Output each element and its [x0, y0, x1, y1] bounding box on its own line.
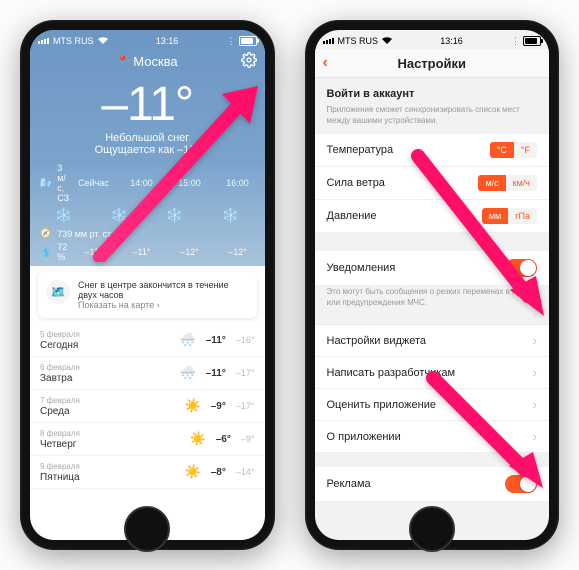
- daily-row[interactable]: 6 февраляЗавтра 🌨️–11°–17°: [30, 357, 265, 390]
- daily-row[interactable]: 5 февраляСегодня 🌨️–11°–16°: [30, 324, 265, 357]
- screen-left: MTS RUS 13:16 ⋮ 📍 Москва: [30, 30, 265, 540]
- battery-icon: [523, 36, 541, 46]
- daily-row[interactable]: 7 февраляСреда ☀️–9°–17°: [30, 390, 265, 423]
- chevron-right-icon: ›: [533, 429, 537, 444]
- hourly-col: ❄️: [92, 207, 148, 223]
- wind-icon: 🌬️: [40, 178, 51, 189]
- hourly-col: ❄️: [36, 207, 92, 223]
- back-button[interactable]: ‹: [323, 54, 328, 72]
- home-button[interactable]: [124, 506, 170, 552]
- bluetooth-icon: ⋮: [511, 36, 520, 47]
- card-title: Снег в центре закончится в течение двух …: [78, 280, 249, 300]
- daily-row[interactable]: 8 февраляЧетверг ☀️–6°–9°: [30, 423, 265, 456]
- hourly-col: ❄️: [147, 207, 203, 223]
- daily-forecast: 5 февраляСегодня 🌨️–11°–16°6 февраляЗавт…: [30, 324, 265, 489]
- hourly-forecast[interactable]: ❄️❄️❄️❄️: [30, 203, 265, 225]
- pressure-label: 739 мм рт. ст.: [57, 229, 112, 239]
- seg-pressure[interactable]: мм гПа: [482, 208, 537, 224]
- signal-icon: [323, 38, 334, 44]
- hourly-col: ❄️: [203, 207, 259, 223]
- city-label: Москва: [133, 54, 177, 69]
- temperature-main: –11°: [30, 77, 265, 132]
- notifications-sub: Это могут быть сообщения о резких переме…: [315, 286, 550, 316]
- phone-left: MTS RUS 13:16 ⋮ 📍 Москва: [20, 20, 275, 550]
- cell-ads[interactable]: Реклама: [315, 467, 550, 502]
- carrier-label: MTS RUS: [53, 36, 94, 46]
- seg-temperature[interactable]: °C °F: [490, 142, 537, 158]
- cell-wind[interactable]: Сила ветра м/с км/ч: [315, 167, 550, 200]
- cell-link[interactable]: Оценить приложение›: [315, 389, 550, 421]
- cell-link[interactable]: Написать разработчикам›: [315, 357, 550, 389]
- wifi-icon: [382, 36, 392, 46]
- humidity-icon: 💧: [40, 247, 51, 258]
- wifi-icon: [98, 36, 108, 46]
- snow-card[interactable]: 🗺️ Снег в центре закончится в течение дв…: [38, 272, 257, 318]
- home-button[interactable]: [409, 506, 455, 552]
- chevron-right-icon: ›: [533, 333, 537, 348]
- feels-label: Ощущается как –17°: [30, 144, 265, 156]
- clock-label: 13:16: [440, 36, 463, 46]
- daily-row[interactable]: 9 февраляПятница ☀️–8°–14°: [30, 456, 265, 489]
- chevron-right-icon: ›: [533, 365, 537, 380]
- cell-temperature[interactable]: Температура °C °F: [315, 134, 550, 167]
- toggle-ads[interactable]: [505, 475, 537, 493]
- card-link[interactable]: Показать на карте ›: [78, 300, 160, 310]
- bluetooth-icon: ⋮: [227, 36, 236, 47]
- hourly-temps: –11°–11°–12°–12°: [77, 247, 255, 257]
- account-sub: Приложение сможет синхронизировать списо…: [315, 104, 550, 134]
- pressure-icon: 🧭: [40, 228, 51, 239]
- humidity-label: 72 %: [57, 242, 70, 262]
- wind-label: 3 м/с, СЗ: [57, 163, 70, 203]
- screen-right: MTS RUS 13:16 ⋮ ‹ Настройки Войти в акка…: [315, 30, 550, 540]
- details: 🌬️ 3 м/с, СЗ Сейчас14:0015:0016:00: [30, 156, 265, 203]
- weather-panel: MTS RUS 13:16 ⋮ 📍 Москва: [30, 30, 265, 266]
- location-icon: 📍: [117, 56, 129, 67]
- nav-bar: ‹ Настройки: [315, 49, 550, 78]
- cell-notifications[interactable]: Уведомления: [315, 251, 550, 286]
- carrier-label: MTS RUS: [338, 36, 379, 46]
- cell-link[interactable]: О приложении›: [315, 421, 550, 453]
- toggle-notifications[interactable]: [505, 259, 537, 277]
- cell-pressure[interactable]: Давление мм гПа: [315, 200, 550, 233]
- clock-label: 13:16: [156, 36, 179, 46]
- signal-icon: [38, 38, 49, 44]
- seg-wind[interactable]: м/с км/ч: [478, 175, 537, 191]
- hourly-labels: Сейчас14:0015:0016:00: [77, 178, 255, 188]
- status-bar: MTS RUS 13:16 ⋮: [30, 30, 265, 49]
- settings-button[interactable]: [241, 52, 257, 71]
- phone-right: MTS RUS 13:16 ⋮ ‹ Настройки Войти в акка…: [305, 20, 560, 550]
- city-row: 📍 Москва: [30, 49, 265, 73]
- account-header[interactable]: Войти в аккаунт: [315, 78, 550, 104]
- map-icon: 🗺️: [46, 280, 70, 304]
- cell-link[interactable]: Настройки виджета›: [315, 324, 550, 357]
- battery-icon: [239, 36, 257, 46]
- chevron-right-icon: ›: [533, 397, 537, 412]
- condition-label: Небольшой снег: [30, 132, 265, 144]
- status-bar: MTS RUS 13:16 ⋮: [315, 30, 550, 49]
- nav-title: Настройки: [397, 56, 466, 71]
